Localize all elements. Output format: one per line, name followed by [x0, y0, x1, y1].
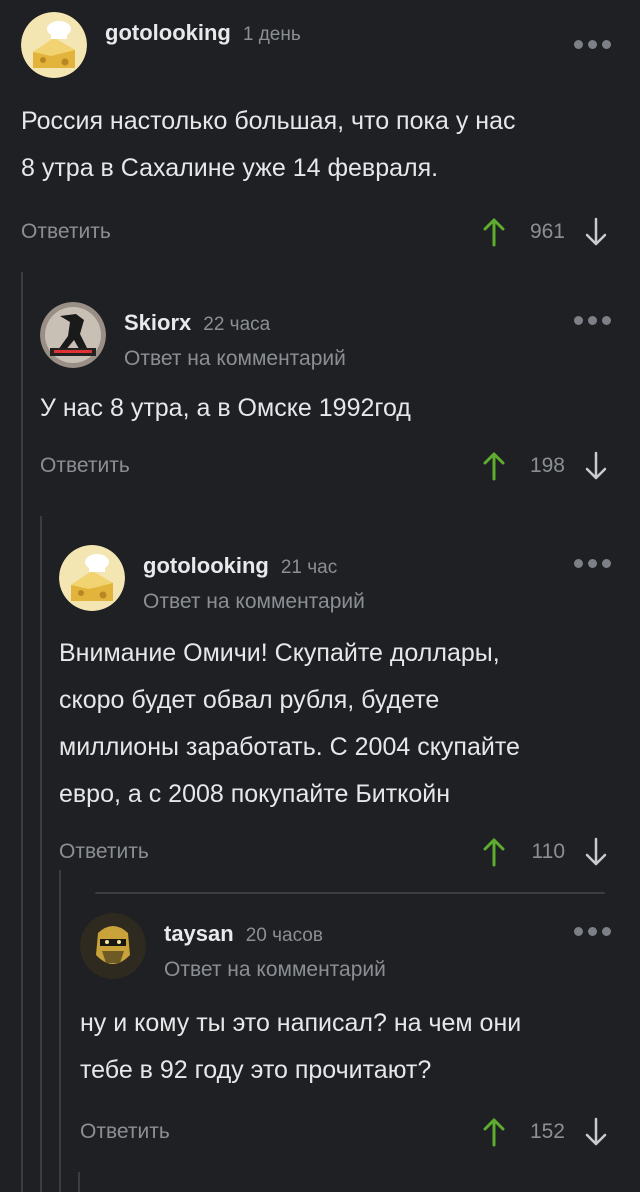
author-name[interactable]: Skiorx — [124, 310, 191, 336]
author-name[interactable]: gotolooking — [143, 553, 269, 579]
upvote-icon[interactable] — [479, 216, 509, 248]
comment: taysan 20 часов Ответ на комментарий ну … — [80, 913, 611, 1152]
more-options-icon[interactable] — [574, 927, 611, 936]
downvote-icon[interactable] — [581, 1116, 611, 1148]
author-name[interactable]: gotolooking — [105, 20, 231, 46]
comment-actions: Ответить 110 — [59, 832, 611, 872]
author-name[interactable]: taysan — [164, 921, 234, 947]
comment-text: У нас 8 утра, а в Омске 1992год — [40, 394, 411, 422]
upvote-icon[interactable] — [479, 1116, 509, 1148]
rating-count: 961 — [529, 220, 565, 243]
thread-line-4 — [78, 1172, 80, 1192]
rating-count: 152 — [529, 1120, 565, 1143]
upvote-icon[interactable] — [479, 836, 509, 868]
thread-line-2 — [40, 516, 42, 1192]
rating-count: 198 — [529, 454, 565, 477]
comment: gotolooking 1 день Россия настолько боль… — [21, 12, 611, 252]
comment: Skiorx 22 часа Ответ на комментарий У на… — [40, 302, 611, 486]
scorpion-avatar-icon[interactable] — [80, 913, 146, 979]
reply-button[interactable]: Ответить — [59, 840, 479, 864]
comment-time: 1 день — [242, 24, 301, 45]
comment-time: 20 часов — [245, 925, 323, 946]
comment-actions: Ответить 198 — [40, 446, 611, 486]
comment: gotolooking 21 час Ответ на комментарий … — [59, 545, 611, 872]
new-comments-divider — [95, 892, 605, 894]
reply-button[interactable]: Ответить — [21, 220, 479, 244]
thread-line-3 — [59, 870, 61, 1192]
comment-text: Россия настолько большая, что пока у нас… — [21, 107, 516, 182]
more-options-icon[interactable] — [574, 40, 611, 49]
thread-line-1 — [21, 272, 23, 1192]
rating-count: 110 — [531, 840, 565, 863]
reply-to-label[interactable]: Ответ на комментарий — [124, 347, 346, 371]
reply-button[interactable]: Ответить — [80, 1120, 479, 1144]
comment-time: 21 час — [280, 557, 338, 578]
cheese-avatar-icon[interactable] — [21, 12, 87, 78]
more-options-icon[interactable] — [574, 559, 611, 568]
rocknroll-avatar-icon[interactable] — [40, 302, 106, 368]
comment-actions: Ответить 961 — [21, 212, 611, 252]
comment-text: ну и кому ты это написал? на чем они теб… — [80, 1009, 522, 1084]
upvote-icon[interactable] — [479, 450, 509, 482]
reply-to-label[interactable]: Ответ на комментарий — [164, 958, 386, 982]
downvote-icon[interactable] — [581, 450, 611, 482]
more-options-icon[interactable] — [574, 316, 611, 325]
comment-time: 22 часа — [203, 314, 271, 335]
downvote-icon[interactable] — [581, 836, 611, 868]
cheese-avatar-icon[interactable] — [59, 545, 125, 611]
downvote-icon[interactable] — [581, 216, 611, 248]
comment-actions: Ответить 152 — [80, 1112, 611, 1152]
reply-to-label[interactable]: Ответ на комментарий — [143, 590, 365, 614]
reply-button[interactable]: Ответить — [40, 454, 479, 478]
comment-text: Внимание Омичи! Скупайте доллары, скоро … — [59, 639, 520, 808]
